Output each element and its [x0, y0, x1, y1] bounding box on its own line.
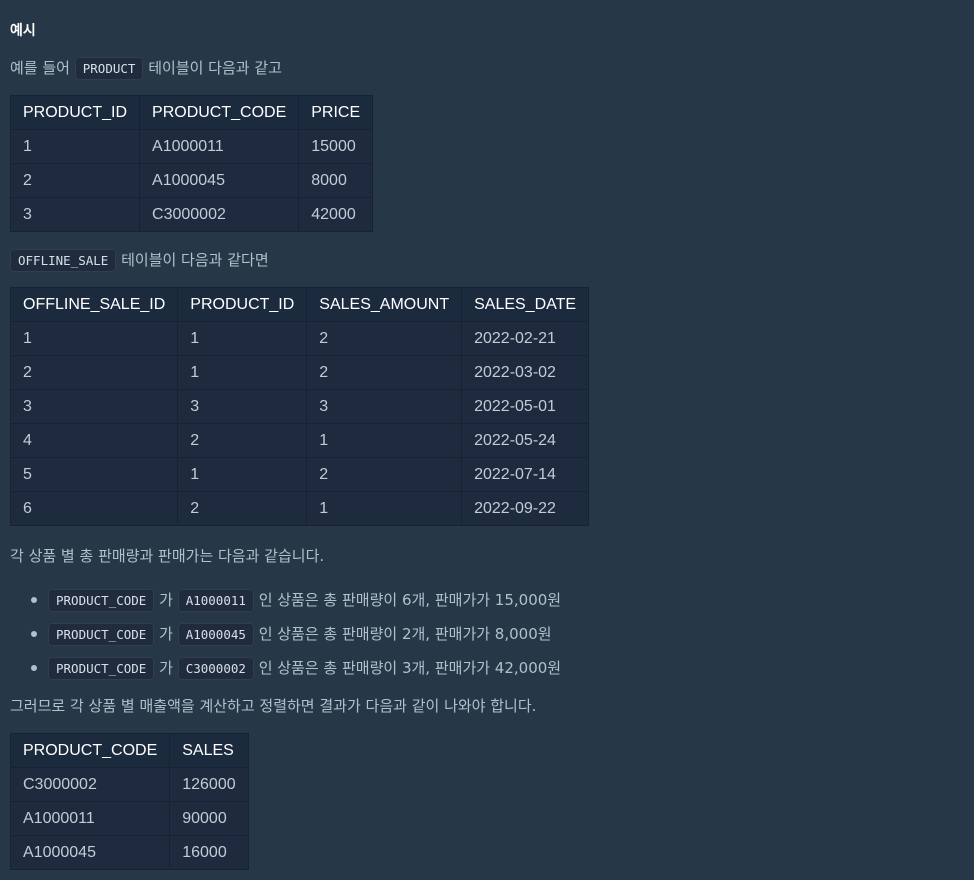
table-header-row: PRODUCT_CODE SALES [9, 733, 249, 768]
table-row: C3000002 126000 [9, 767, 249, 802]
table-cell: 2022-05-01 [461, 389, 590, 424]
table-header-row: PRODUCT_ID PRODUCT_CODE PRICE [9, 95, 374, 130]
table-cell: 2 [9, 163, 141, 198]
table-cell: A1000011 [9, 801, 171, 836]
table-cell: 2 [306, 457, 463, 492]
intro-after-text: 테이블이 다음과 같고 [148, 59, 282, 77]
table-row: 5 1 2 2022-07-14 [9, 457, 590, 492]
table-header-row: OFFLINE_SALE_ID PRODUCT_ID SALES_AMOUNT … [9, 287, 590, 322]
table-cell: 1 [9, 129, 141, 164]
table-cell: 4 [9, 423, 179, 458]
section-title: 예시 [10, 23, 36, 39]
bullet-icon [31, 597, 37, 603]
list-item: PRODUCT_CODE 가 A1000011 인 상품은 총 판매량이 6개,… [10, 589, 562, 624]
table-cell: 2 [177, 491, 308, 526]
intro-before-text: 예를 들어 [10, 59, 70, 77]
table-header-cell: SALES [169, 733, 249, 768]
product-value-inline: C3000002 [177, 657, 254, 680]
table-cell: 1 [177, 457, 308, 492]
product-table: PRODUCT_ID PRODUCT_CODE PRICE 1 A1000011… [9, 95, 374, 232]
list-item-text: 인 상품은 총 판매량이 2개, 판매가가 8,000원 [258, 625, 552, 643]
product-value-inline: A1000011 [177, 589, 254, 612]
product-value-inline: A1000045 [177, 623, 254, 646]
table-row: 6 2 1 2022-09-22 [9, 491, 590, 526]
table-cell: 1 [306, 423, 463, 458]
table-cell: 8000 [298, 163, 374, 198]
table-cell: C3000002 [139, 197, 300, 232]
table-cell: 42000 [298, 197, 374, 232]
bullet-icon [31, 631, 37, 637]
table-cell: 6 [9, 491, 179, 526]
table-cell: C3000002 [9, 767, 171, 802]
product-code-inline: PRODUCT_CODE [48, 623, 155, 646]
table-header-cell: SALES_DATE [461, 287, 590, 322]
table-cell: 1 [177, 355, 308, 390]
list-item-text: 인 상품은 총 판매량이 6개, 판매가가 15,000원 [258, 591, 562, 609]
product-code-inline: PRODUCT [74, 57, 144, 80]
offline-sale-table: OFFLINE_SALE_ID PRODUCT_ID SALES_AMOUNT … [9, 287, 590, 526]
table-row: 2 A1000045 8000 [9, 163, 374, 198]
product-code-inline: PRODUCT_CODE [48, 589, 155, 612]
table-row: 2 1 2 2022-03-02 [9, 355, 590, 390]
table-cell: 3 [9, 389, 179, 424]
table-cell: 2022-05-24 [461, 423, 590, 458]
table-header-cell: PRODUCT_CODE [139, 95, 300, 130]
table-cell: 15000 [298, 129, 374, 164]
table-row: 3 3 3 2022-05-01 [9, 389, 590, 424]
list-item-text: 인 상품은 총 판매량이 3개, 판매가가 42,000원 [258, 659, 562, 677]
table-header-cell: SALES_AMOUNT [306, 287, 463, 322]
product-code-inline: PRODUCT_CODE [48, 657, 155, 680]
table-header-cell: OFFLINE_SALE_ID [9, 287, 179, 322]
list-item-mid: 가 [159, 591, 173, 609]
offline-sale-code-inline: OFFLINE_SALE [10, 249, 117, 272]
table-cell: A1000045 [9, 835, 171, 870]
table-cell: 3 [306, 389, 463, 424]
table-cell: 2 [9, 355, 179, 390]
table-row: 4 2 1 2022-05-24 [9, 423, 590, 458]
table-cell: 2 [306, 321, 463, 356]
table-cell: 2 [177, 423, 308, 458]
table-cell: 2022-09-22 [461, 491, 590, 526]
table-row: 1 A1000011 15000 [9, 129, 374, 164]
table-header-cell: PRODUCT_CODE [9, 733, 171, 768]
list-item: PRODUCT_CODE 가 A1000045 인 상품은 총 판매량이 2개,… [10, 623, 561, 658]
table-cell: 2 [306, 355, 463, 390]
table-row: 1 1 2 2022-02-21 [9, 321, 590, 356]
table-row: 3 C3000002 42000 [9, 197, 374, 232]
table-cell: 3 [9, 197, 141, 232]
table-cell: A1000011 [139, 129, 300, 164]
list-item-mid: 가 [159, 625, 173, 643]
table-header-cell: PRODUCT_ID [177, 287, 308, 322]
table-cell: 1 [306, 491, 463, 526]
table-cell: 2022-02-21 [461, 321, 590, 356]
list-item: PRODUCT_CODE 가 C3000002 인 상품은 총 판매량이 3개,… [10, 657, 562, 692]
result-table: PRODUCT_CODE SALES C3000002 126000 A1000… [9, 733, 249, 870]
table-header-cell: PRICE [298, 95, 374, 130]
offline-intro-text: 테이블이 다음과 같다면 [121, 251, 269, 269]
table-cell: 2022-07-14 [461, 457, 590, 492]
table-row: A1000045 16000 [9, 835, 249, 870]
offline-table-intro: OFFLINE_SALE 테이블이 다음과 같다면 [10, 249, 269, 272]
bullet-icon [31, 665, 37, 671]
table-cell: 16000 [169, 835, 249, 870]
table-cell: 126000 [169, 767, 249, 802]
summary-text: 각 상품 별 총 판매량과 판매가는 다음과 같습니다. [10, 547, 325, 565]
table-header-cell: PRODUCT_ID [9, 95, 141, 130]
table-cell: 2022-03-02 [461, 355, 590, 390]
conclusion-text: 그러므로 각 상품 별 매출액을 계산하고 정렬하면 결과가 다음과 같이 나와… [10, 697, 537, 715]
list-item-mid: 가 [159, 659, 173, 677]
table-cell: 90000 [169, 801, 249, 836]
table-cell: 5 [9, 457, 179, 492]
table-cell: 1 [9, 321, 179, 356]
table-row: A1000011 90000 [9, 801, 249, 836]
table-cell: A1000045 [139, 163, 300, 198]
table-cell: 3 [177, 389, 308, 424]
product-table-intro: 예를 들어 PRODUCT 테이블이 다음과 같고 [10, 57, 282, 80]
product-summary-list: PRODUCT_CODE 가 A1000011 인 상품은 총 판매량이 6개,… [10, 589, 562, 692]
table-cell: 1 [177, 321, 308, 356]
